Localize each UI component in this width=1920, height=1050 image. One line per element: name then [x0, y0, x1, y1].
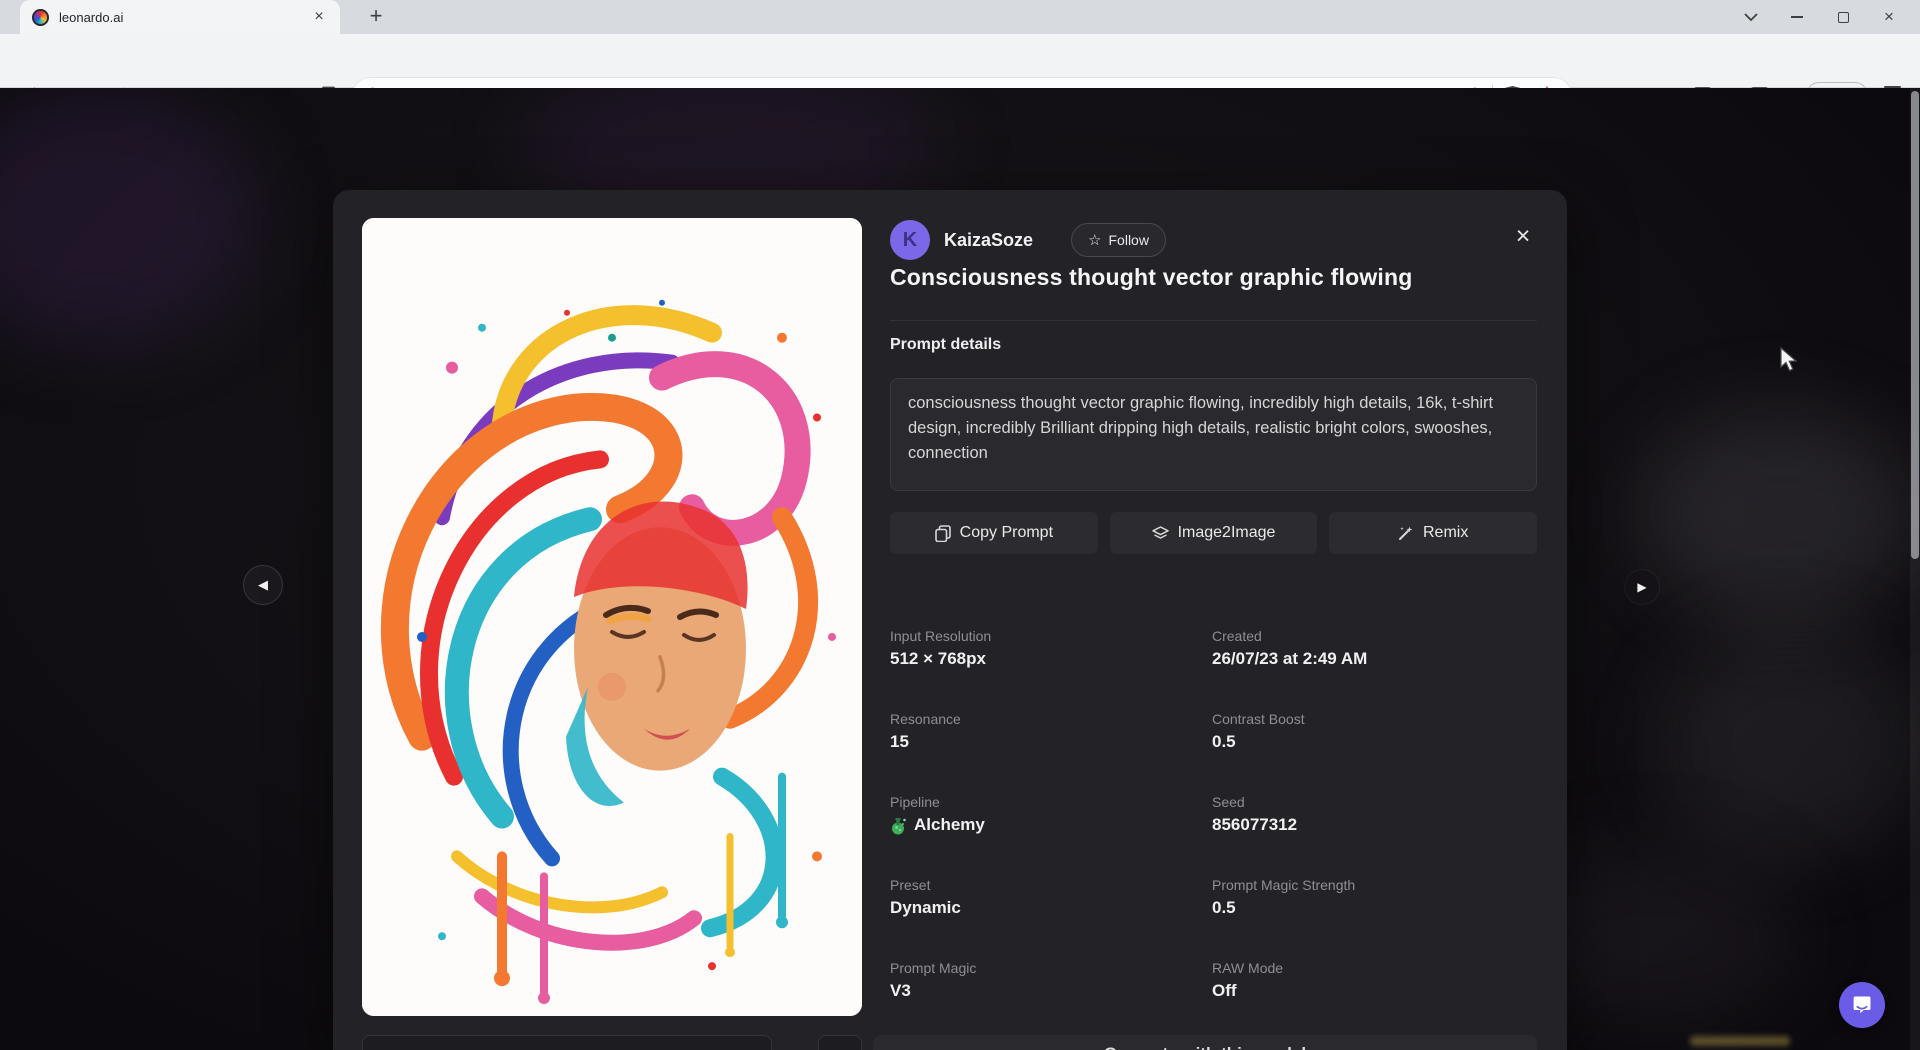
detail-prompt-magic-strength: Prompt Magic Strength 0.5 [1212, 877, 1537, 960]
prompt-details-heading: Prompt details [890, 336, 1001, 354]
window-controls: × [1728, 0, 1912, 34]
background-blur [0, 88, 260, 348]
remix-button[interactable]: Remix [1329, 512, 1537, 554]
remix-wand-icon [1398, 525, 1414, 541]
layers-icon [1152, 526, 1169, 541]
mouse-cursor [1779, 347, 1801, 373]
detail-contrast-boost: Contrast Boost 0.5 [1212, 711, 1537, 794]
chat-bubble-icon [1851, 994, 1873, 1016]
detail-resonance: Resonance 15 [890, 711, 1212, 794]
prompt-text: consciousness thought vector graphic flo… [908, 391, 1519, 466]
detail-preset: Preset Dynamic [890, 877, 1212, 960]
detail-raw-mode: RAW Mode Off [1212, 960, 1537, 1043]
detail-pipeline: Pipeline Alchemy [890, 794, 1212, 877]
avatar[interactable]: K [890, 220, 930, 260]
scrollbar-thumb[interactable] [1911, 91, 1919, 559]
detail-seed: Seed 856077312 [1212, 794, 1537, 877]
browser-tab[interactable]: leonardo.ai × [20, 0, 340, 34]
generate-with-model-button[interactable]: Generate with this model [873, 1035, 1537, 1050]
variation-bar-partial[interactable] [362, 1035, 772, 1050]
copy-icon [935, 525, 951, 542]
image2image-button[interactable]: Image2Image [1110, 512, 1318, 554]
background-blur [1660, 628, 1920, 858]
star-icon: ☆ [1088, 231, 1101, 249]
support-chat-button[interactable] [1839, 982, 1885, 1028]
previous-image-button[interactable]: ◀ [243, 565, 283, 605]
prompt-box[interactable]: consciousness thought vector graphic flo… [890, 378, 1537, 491]
generation-title: Consciousness thought vector graphic flo… [890, 264, 1510, 291]
partial-watermark [1690, 1036, 1790, 1046]
leonardo-favicon-icon [32, 9, 49, 26]
window-close-button[interactable]: × [1866, 0, 1912, 34]
variation-button-partial[interactable] [818, 1035, 862, 1050]
minimize-button[interactable] [1774, 0, 1820, 34]
detail-panel: K KaizaSoze ☆ Follow Consciousness thoug… [890, 190, 1537, 1050]
tab-close-icon[interactable]: × [310, 8, 328, 26]
detail-created: Created 26/07/23 at 2:49 AM [1212, 628, 1537, 711]
tab-search-icon[interactable] [1728, 0, 1774, 34]
browser-window: leonardo.ai × + × [0, 0, 1920, 1050]
browser-toolbar: app.leonardo.ai [0, 34, 1920, 88]
scrollbar-track[interactable] [1910, 88, 1920, 1050]
background-blur [1640, 408, 1920, 618]
image-detail-modal: × K KaizaSoze ☆ Follow Consciousness tho… [333, 190, 1567, 1050]
tab-bar: leonardo.ai × + × [0, 0, 1920, 34]
generated-image[interactable] [362, 218, 862, 1016]
artwork [362, 218, 862, 1016]
author-row: K KaizaSoze ☆ Follow [890, 220, 1166, 260]
alchemy-potion-icon [890, 816, 907, 835]
follow-button[interactable]: ☆ Follow [1071, 223, 1166, 257]
details-grid: Input Resolution 512 × 768px Created 26/… [890, 628, 1537, 1043]
copy-prompt-button[interactable]: Copy Prompt [890, 512, 1098, 554]
detail-prompt-magic: Prompt Magic V3 [890, 960, 1212, 1043]
next-image-button[interactable]: ▶ [1625, 570, 1659, 604]
author-name[interactable]: KaizaSoze [944, 230, 1033, 251]
page-content: ◀ ▶ [0, 88, 1920, 1050]
restore-button[interactable] [1820, 0, 1866, 34]
detail-input-resolution: Input Resolution 512 × 768px [890, 628, 1212, 711]
action-buttons: Copy Prompt Image2Image [890, 512, 1537, 554]
tab-title: leonardo.ai [59, 10, 310, 25]
new-tab-button[interactable]: + [362, 3, 390, 31]
divider [890, 320, 1537, 321]
